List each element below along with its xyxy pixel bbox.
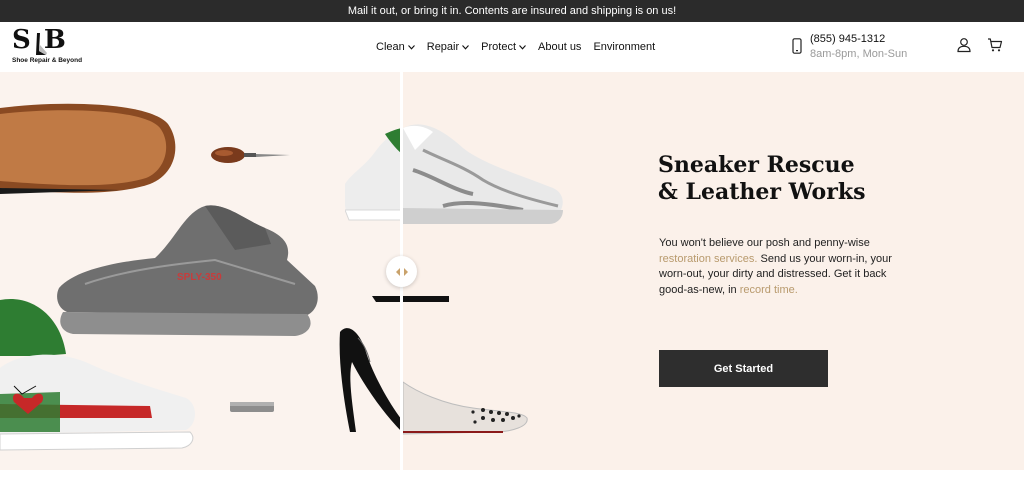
clear-pvc-heel-image <box>403 296 528 435</box>
chevron-down-icon <box>407 44 415 50</box>
hero-section: SPLY-350 Sneaker Rescue & Leather Works … <box>0 72 1024 470</box>
nav-item-about-us[interactable]: About us <box>538 41 581 53</box>
nav-item-label: Clean <box>376 41 405 53</box>
phone-icon <box>792 38 802 54</box>
green-white-sneaker-image <box>0 298 195 451</box>
cart-icon[interactable] <box>987 37 1003 53</box>
nav-item-environment[interactable]: Environment <box>593 41 655 53</box>
description-text-1: You won't believe our posh and penny-wis… <box>659 237 870 249</box>
restoration-services-link[interactable]: restoration services. <box>659 253 757 265</box>
black-stiletto-image <box>339 296 402 432</box>
announcement-text: Mail it out, or bring it in. Contents ar… <box>347 5 677 17</box>
svg-text:SPLY-350: SPLY-350 <box>177 272 222 283</box>
hero-headline: Sneaker Rescue & Leather Works <box>658 152 938 206</box>
chevron-down-icon <box>519 44 526 50</box>
nav-item-label: About us <box>538 41 582 53</box>
nav-item-label: Protect <box>481 41 517 53</box>
nav-item-repair[interactable]: Repair <box>426 41 470 53</box>
main-nav: Clean Repair Protect About us Environmen… <box>376 22 655 72</box>
page-bottom-strip <box>0 470 1024 480</box>
slider-arrows-icon <box>395 267 408 276</box>
metal-stamp-tool-image <box>230 402 274 412</box>
record-time-link[interactable]: record time. <box>740 284 798 296</box>
nav-item-label: Environment <box>593 41 656 53</box>
white-sneaker-image <box>345 128 402 221</box>
comparison-slider-handle[interactable] <box>386 256 417 287</box>
announcement-bar: Mail it out, or bring it in. Contents ar… <box>0 0 1024 22</box>
nav-item-label: Repair <box>426 41 460 53</box>
heel-logo-icon <box>36 33 47 55</box>
user-icon[interactable] <box>956 37 972 53</box>
headline-line-1: Sneaker Rescue <box>658 152 855 178</box>
site-header: S B Shoe Repair & Beyond Clean Repair Pr… <box>0 22 1024 72</box>
leather-sole-image <box>0 103 176 194</box>
logo-subtitle: Shoe Repair & Beyond <box>12 57 83 64</box>
logo[interactable]: S B Shoe Repair & Beyond <box>12 25 92 67</box>
business-hours: 8am-8pm, Mon-Sun <box>810 48 908 60</box>
get-started-button[interactable]: Get Started <box>659 350 828 387</box>
chevron-down-icon <box>462 44 470 50</box>
phone-number[interactable]: (855) 945-1312 <box>810 33 885 45</box>
nav-item-clean[interactable]: Clean <box>376 41 415 53</box>
awl-tool-image <box>211 147 290 163</box>
headline-line-2: & Leather Works <box>658 179 866 205</box>
hero-description: You won't believe our posh and penny-wis… <box>659 236 899 298</box>
dirty-white-sneaker-image <box>403 124 563 224</box>
nav-item-protect[interactable]: Protect <box>481 41 526 53</box>
